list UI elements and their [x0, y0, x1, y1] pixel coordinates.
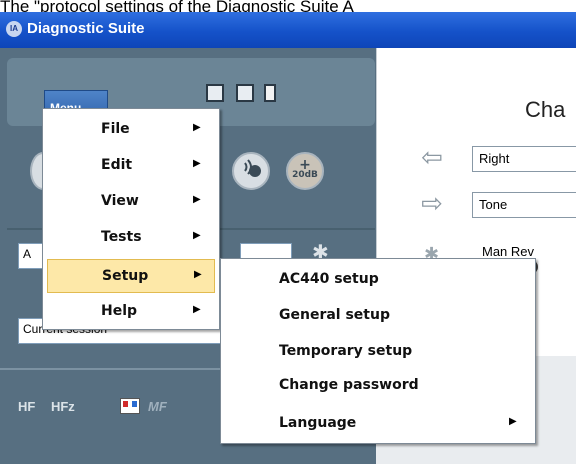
main-menu: File ▶ Edit ▶ View ▶ Tests ▶ Setup ▶ Hel… [42, 108, 220, 330]
submenu-item-general-setup[interactable]: General setup [221, 299, 535, 333]
stimulus-select[interactable]: Tone [472, 192, 576, 218]
window-title: Diagnostic Suite [27, 20, 145, 37]
hf-toolbar: HF HFz [18, 399, 87, 414]
ear-select[interactable]: Right [472, 146, 576, 172]
man-rev-label: Man Rev [482, 244, 535, 259]
submenu-item-change-password[interactable]: Change password [221, 369, 535, 403]
menu-item-label: Help [101, 303, 138, 319]
speech-icon[interactable] [232, 152, 270, 190]
submenu-arrow-icon: ▶ [509, 416, 517, 427]
submenu-item-label: AC440 setup [279, 271, 379, 287]
submenu-item-label: Language [279, 415, 357, 431]
menu-item-tests[interactable]: Tests ▶ [43, 221, 219, 255]
submenu-item-temporary-setup[interactable]: Temporary setup [221, 335, 535, 369]
app-logo-icon: IA [6, 21, 22, 37]
save-icon[interactable] [236, 84, 254, 102]
window-title-bar: IA Diagnostic Suite [0, 12, 576, 48]
submenu-arrow-icon: ▶ [194, 269, 202, 280]
menu-item-label: View [101, 193, 139, 209]
submenu-item-label: General setup [279, 307, 390, 323]
submenu-item-ac440-setup[interactable]: AC440 setup [221, 263, 535, 297]
menu-item-label: Edit [101, 157, 133, 173]
submenu-item-language[interactable]: Language ▶ [221, 407, 535, 441]
submenu-arrow-icon: ▶ [193, 304, 201, 315]
chart-title-partial: Cha [525, 97, 566, 122]
submenu-arrow-icon: ▶ [193, 230, 201, 241]
submenu-item-label: Temporary setup [279, 343, 413, 359]
menu-item-file[interactable]: File ▶ [43, 113, 219, 147]
mf-button[interactable]: MF [148, 399, 167, 414]
menu-item-label: Tests [101, 229, 142, 245]
menu-item-edit[interactable]: Edit ▶ [43, 149, 219, 183]
submenu-arrow-icon: ▶ [193, 194, 201, 205]
hf-button[interactable]: HF [18, 399, 35, 414]
menu-item-setup[interactable]: Setup ▶ [47, 259, 215, 293]
hfz-button[interactable]: HFz [51, 399, 75, 414]
submenu-item-label: Change password [279, 377, 419, 393]
arrow-right-icon[interactable]: ⇨ [416, 191, 448, 217]
print-icon[interactable] [206, 84, 224, 102]
setup-submenu: AC440 setup General setup Temporary setu… [220, 258, 536, 444]
menu-item-label: Setup [102, 268, 149, 284]
stereo-icon[interactable] [120, 398, 140, 414]
submenu-arrow-icon: ▶ [193, 158, 201, 169]
plus-20db-label: 20dB [292, 170, 318, 180]
menu-item-help[interactable]: Help ▶ [43, 295, 219, 329]
menu-item-view[interactable]: View ▶ [43, 185, 219, 219]
submenu-arrow-icon: ▶ [193, 122, 201, 133]
menu-item-label: File [101, 121, 130, 137]
plus-20db-icon[interactable]: + 20dB [286, 152, 324, 190]
arrow-left-icon[interactable]: ⇦ [416, 145, 448, 171]
exit-door-icon[interactable] [264, 84, 276, 102]
